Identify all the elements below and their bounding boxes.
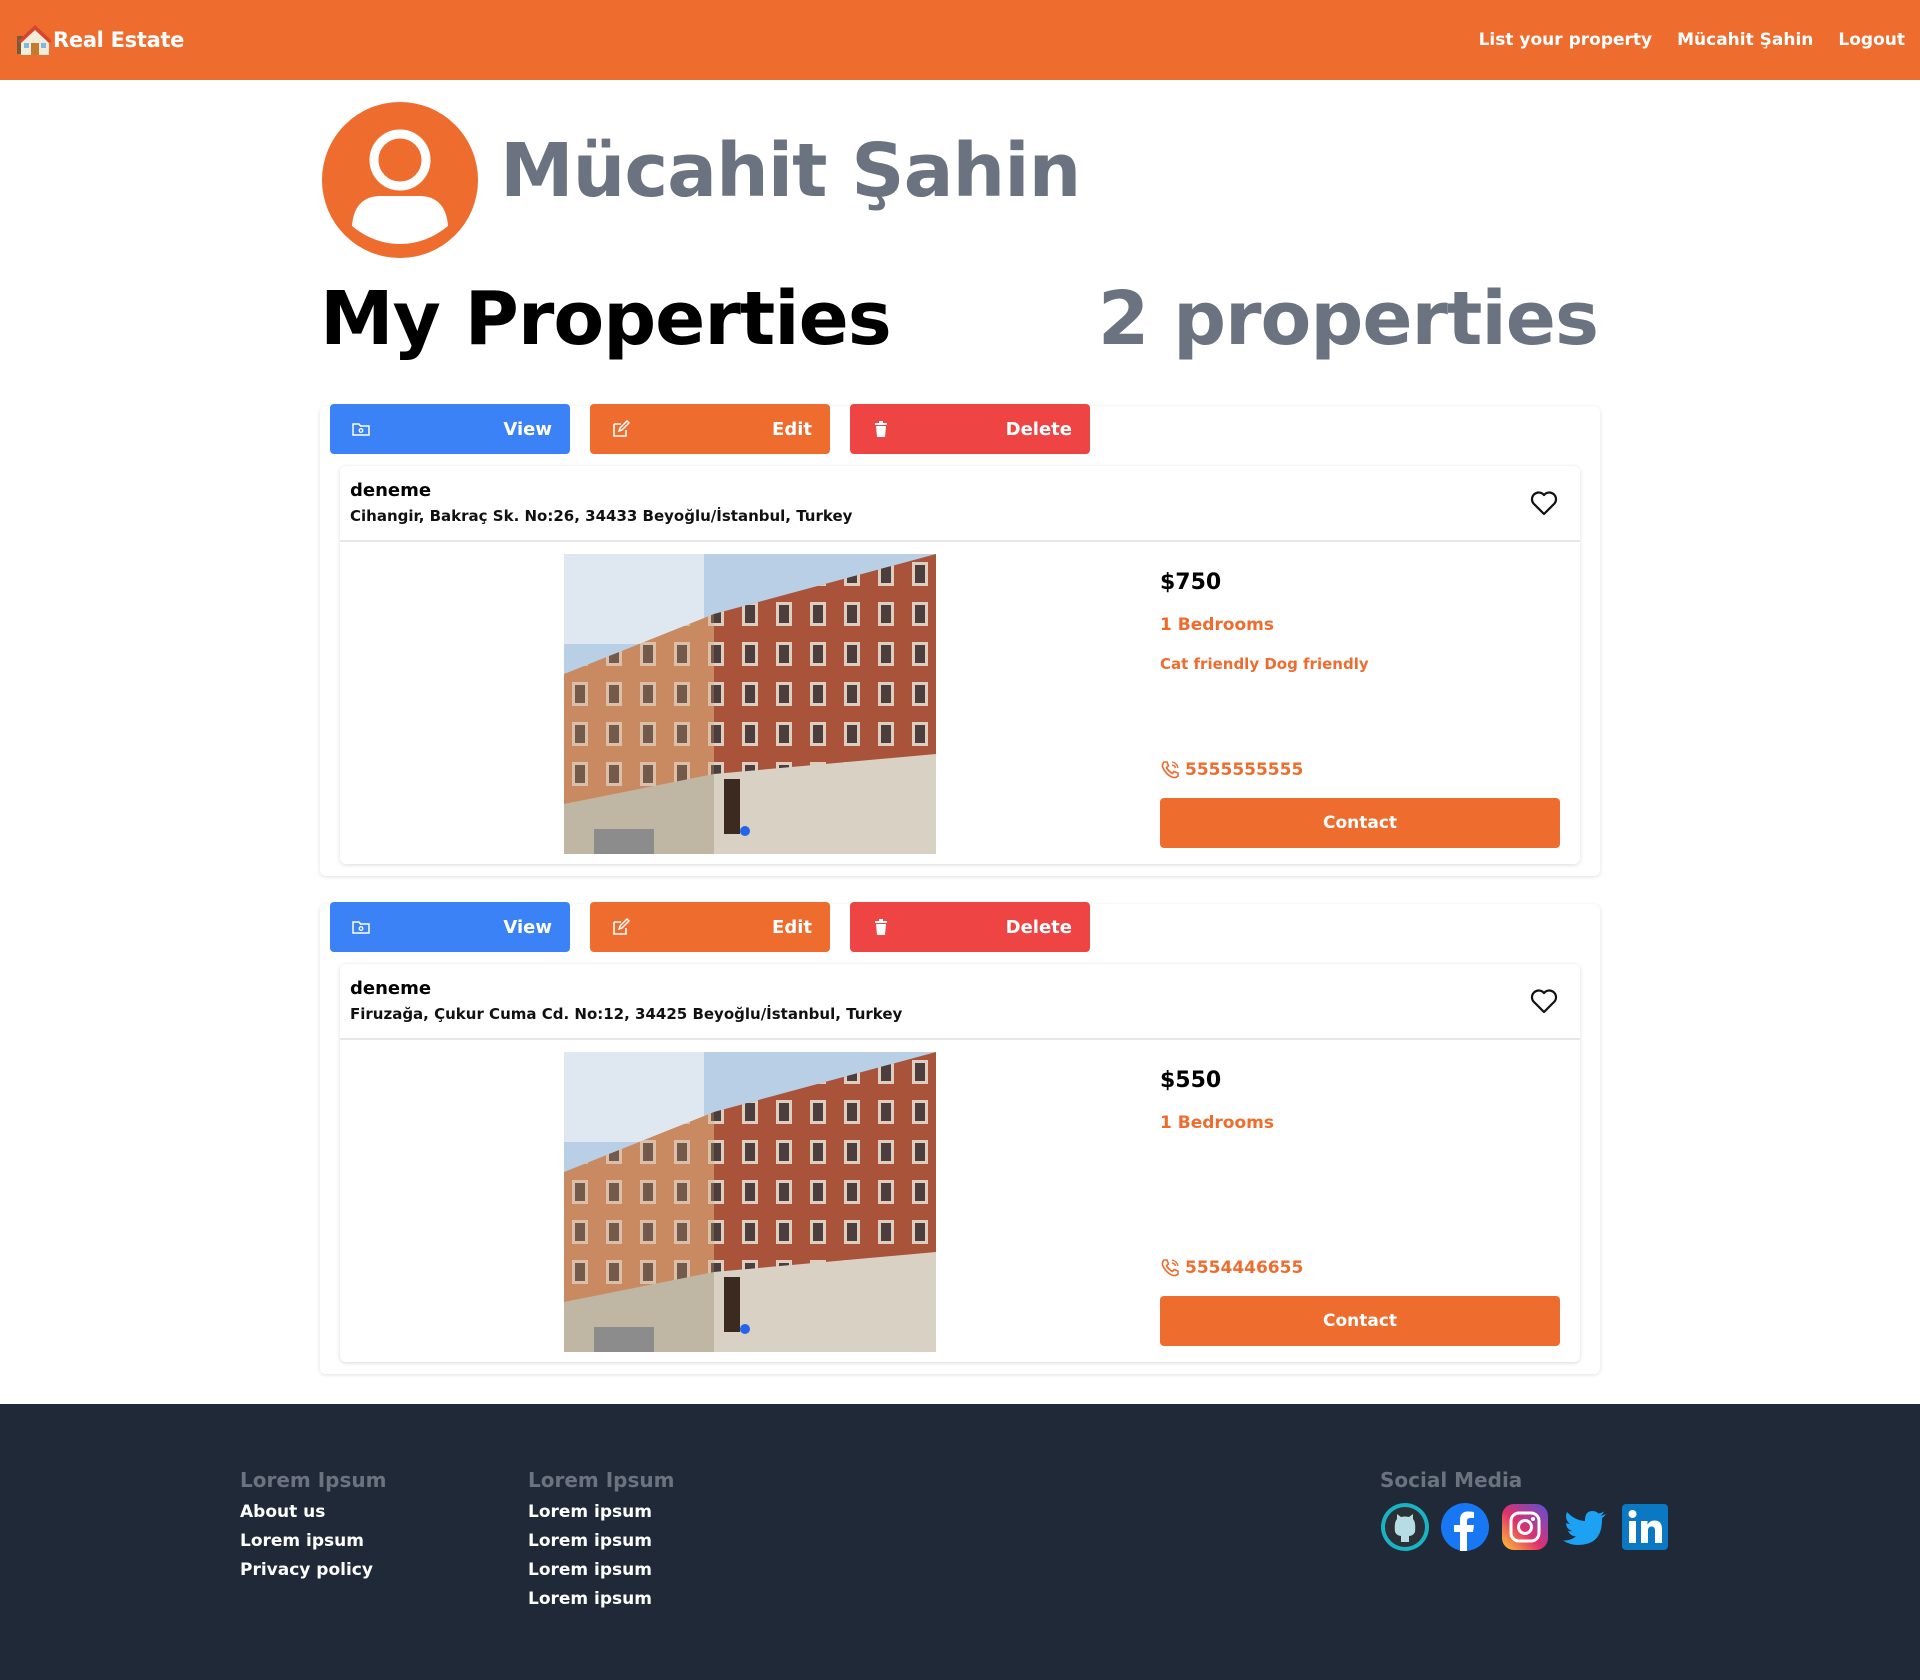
house-icon [17,25,51,55]
trash-icon [875,919,887,935]
property-card: deneme Firuzağa, Çukur Cuma Cd. No:12, 3… [340,964,1580,1362]
footer-heading: Lorem Ipsum [528,1468,675,1492]
heart-icon[interactable] [1530,988,1558,1014]
nav-logout[interactable]: Logout [1838,30,1905,50]
listing-actions: View Edit Delete [330,404,1110,454]
property-photo[interactable] [564,554,936,854]
folder-eye-icon [352,423,370,436]
brand-name: Real Estate [53,28,185,52]
phone-icon [1161,1259,1179,1277]
property-info: $550 1 Bedrooms 5554446655 Contact [1160,1060,1560,1352]
edit-icon [613,918,630,935]
edit-label: Edit [772,916,812,938]
footer-social: Social Media [1380,1468,1680,1552]
navbar: Real Estate List your property Mücahit Ş… [0,0,1920,80]
contact-button[interactable]: Contact [1160,1296,1560,1346]
phone-icon [1161,761,1179,779]
view-button[interactable]: View [330,902,570,952]
listing-actions: View Edit Delete [330,902,1110,952]
edit-button[interactable]: Edit [590,902,830,952]
property-card: deneme Cihangir, Bakraç Sk. No:26, 34433… [340,466,1580,864]
user-icon [352,129,448,244]
linkedin-icon[interactable] [1620,1502,1670,1552]
property-bedrooms: 1 Bedrooms [1160,615,1274,635]
property-title: deneme [350,978,432,999]
twitter-icon[interactable] [1560,1502,1610,1552]
folder-eye-icon [352,921,370,934]
footer: Lorem Ipsum About us Lorem ipsum Privacy… [0,1404,1920,1680]
footer-link[interactable]: Lorem ipsum [528,1531,674,1551]
view-label: View [503,418,552,440]
footer-link[interactable]: Lorem ipsum [528,1502,674,1522]
phone-number: 5554446655 [1185,1258,1304,1278]
delete-button[interactable]: Delete [850,902,1090,952]
property-info: $750 1 Bedrooms Cat friendly Dog friendl… [1160,562,1560,854]
footer-link-about[interactable]: About us [240,1502,386,1522]
property-count: 2 properties [1097,276,1599,362]
card-header: deneme Firuzağa, Çukur Cuma Cd. No:12, 3… [340,964,1580,1040]
footer-link[interactable]: Lorem ipsum [240,1531,386,1551]
profile-name: Mücahit Şahin [500,128,1081,214]
edit-button[interactable]: Edit [590,404,830,454]
nav-list-property[interactable]: List your property [1479,30,1653,50]
property-address: Cihangir, Bakraç Sk. No:26, 34433 Beyoğl… [350,507,853,525]
footer-heading: Social Media [1380,1468,1523,1492]
property-phone[interactable]: 5554446655 [1160,1258,1303,1278]
delete-button[interactable]: Delete [850,404,1090,454]
property-photo[interactable] [564,1052,936,1352]
footer-link[interactable]: Lorem ipsum [528,1589,674,1609]
trash-icon [875,421,887,437]
carousel-indicator[interactable] [740,826,750,836]
facebook-icon[interactable] [1440,1502,1490,1552]
instagram-icon[interactable] [1500,1502,1550,1552]
building-photo [564,554,936,854]
footer-link-privacy[interactable]: Privacy policy [240,1560,386,1580]
github-icon[interactable] [1380,1502,1430,1552]
phone-number: 5555555555 [1185,760,1304,780]
footer-link[interactable]: Lorem ipsum [528,1560,674,1580]
property-bedrooms: 1 Bedrooms [1160,1113,1274,1133]
heart-icon[interactable] [1530,490,1558,516]
building-photo [564,1052,936,1352]
footer-column-2: Lorem Ipsum Lorem ipsum Lorem ipsum Lore… [528,1468,674,1618]
edit-icon [613,420,630,437]
property-pets: Cat friendly Dog friendly [1160,655,1369,673]
avatar [322,102,478,258]
listing-block: View Edit Delete deneme Firuzağa, Çukur … [320,902,1600,1374]
carousel-indicator[interactable] [740,1324,750,1334]
view-label: View [503,916,552,938]
nav-links: List your property Mücahit Şahin Logout [1454,30,1905,50]
social-icons [1380,1502,1680,1552]
delete-label: Delete [1005,418,1072,440]
property-price: $550 [1160,1068,1222,1093]
edit-label: Edit [772,418,812,440]
page-title: My Properties [320,276,892,362]
property-phone[interactable]: 5555555555 [1160,760,1303,780]
property-address: Firuzağa, Çukur Cuma Cd. No:12, 34425 Be… [350,1005,903,1023]
footer-column-1: Lorem Ipsum About us Lorem ipsum Privacy… [240,1468,386,1589]
card-header: deneme Cihangir, Bakraç Sk. No:26, 34433… [340,466,1580,542]
property-title: deneme [350,480,432,501]
property-price: $750 [1160,570,1222,595]
footer-heading: Lorem Ipsum [240,1468,387,1492]
listing-block: View Edit Delete deneme Cihangir, Bakraç… [320,404,1600,876]
delete-label: Delete [1005,916,1072,938]
view-button[interactable]: View [330,404,570,454]
contact-button[interactable]: Contact [1160,798,1560,848]
brand-logo[interactable]: Real Estate [15,22,184,58]
nav-user-profile[interactable]: Mücahit Şahin [1677,30,1813,50]
